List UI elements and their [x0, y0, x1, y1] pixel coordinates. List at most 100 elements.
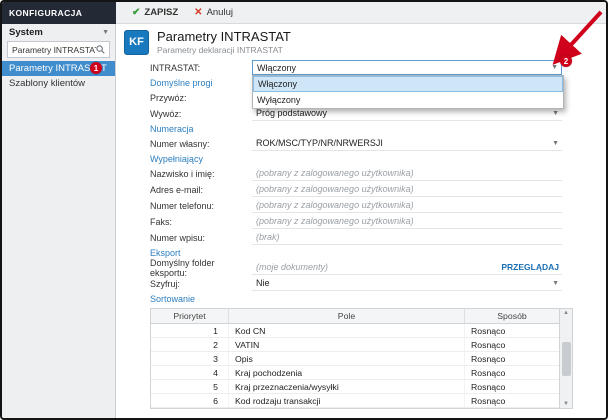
- page-title: Parametry INTRASTAT: [157, 29, 291, 44]
- toolbar: ✔ ZAPISZ ✕ Anuluj: [116, 2, 606, 24]
- form-row-szyfruj: Szyfruj: Nie ▼: [150, 276, 606, 291]
- section-numeracja: Numeracja: [150, 122, 606, 136]
- wywoz-value: Próg podstawowy: [256, 108, 327, 118]
- form-row-email: Adres e-mail: (pobrany z zalogowanego uż…: [150, 182, 606, 197]
- sidebar-section-label: System: [9, 27, 43, 38]
- table-row[interactable]: 3 Opis Rosnąco: [151, 352, 559, 366]
- app-window: KONFIGURACJA ✔ ZAPISZ ✕ Anuluj System ▼ …: [0, 0, 608, 420]
- scrollbar-thumb[interactable]: [562, 342, 571, 376]
- cell-field: Opis: [229, 352, 465, 365]
- szyfruj-value: Nie: [256, 278, 270, 288]
- sidebar-header-label: KONFIGURACJA: [9, 8, 82, 18]
- search-icon: [96, 45, 105, 54]
- cell-priority: 6: [151, 394, 229, 407]
- sidebar-item-label: Szablony klientów: [9, 78, 85, 89]
- cell-order: Rosnąco: [465, 324, 559, 337]
- folder-field[interactable]: (moje dokumenty) PRZEGLĄDAJ: [252, 261, 562, 275]
- table-header-row: Priorytet Pole Sposób: [151, 309, 559, 324]
- cell-field: Kod CN: [229, 324, 465, 337]
- cell-priority: 5: [151, 380, 229, 393]
- annotation-badge-2: 2: [560, 55, 572, 67]
- form-row-numer-wlasny: Numer własny: ROK/MSC/TYP/NR/NRWERSJI ▼: [150, 136, 606, 151]
- column-header-pole[interactable]: Pole: [229, 309, 465, 323]
- numer-wpisu-value: (brak): [256, 232, 280, 242]
- faks-placeholder: (pobrany z zalogowanego użytkownika): [256, 216, 414, 226]
- form-row-nazwisko: Nazwisko i imię: (pobrany z zalogowanego…: [150, 166, 606, 181]
- table-row[interactable]: 4 Kraj pochodzenia Rosnąco: [151, 366, 559, 380]
- email-label: Adres e-mail:: [150, 185, 252, 195]
- scroll-up-icon[interactable]: ▲: [563, 310, 569, 316]
- sidebar-search: [7, 41, 110, 58]
- sidebar-item-szablony-klientow[interactable]: Szablony klientów: [2, 76, 115, 91]
- table-row[interactable]: 2 VATIN Rosnąco: [151, 338, 559, 352]
- page-header-text: Parametry INTRASTAT Parametry deklaracji…: [157, 29, 291, 55]
- cell-priority: 4: [151, 366, 229, 379]
- form-row-intrastat: INTRASTAT: Włączony ▼: [150, 60, 606, 75]
- settings-form: INTRASTAT: Włączony ▼ Domyślne progi Prz…: [116, 60, 606, 409]
- save-button-label: ZAPISZ: [144, 7, 178, 18]
- form-row-folder: Domyślny folder eksportu: (moje dokument…: [150, 260, 606, 275]
- cell-order: Rosnąco: [465, 394, 559, 407]
- annotation-badge-1: 1: [90, 62, 102, 74]
- cancel-button-label: Anuluj: [207, 7, 233, 18]
- nazwisko-placeholder: (pobrany z zalogowanego użytkownika): [256, 168, 414, 178]
- nazwisko-field[interactable]: (pobrany z zalogowanego użytkownika): [252, 167, 562, 181]
- save-button[interactable]: ✔ ZAPISZ: [132, 7, 178, 18]
- sidebar-section-selector[interactable]: System ▼: [2, 24, 115, 41]
- form-row-faks: Faks: (pobrany z zalogowanego użytkownik…: [150, 214, 606, 229]
- intrastat-dropdown-popup: Włączony Wyłączony: [252, 75, 564, 109]
- form-row-telefon: Numer telefonu: (pobrany z zalogowanego …: [150, 198, 606, 213]
- cancel-button[interactable]: ✕ Anuluj: [194, 7, 233, 18]
- numer-wpisu-field[interactable]: (brak): [252, 231, 562, 245]
- cell-priority: 2: [151, 338, 229, 351]
- wywoz-label: Wywóz:: [150, 109, 252, 119]
- module-icon: KF: [124, 30, 149, 55]
- sort-table-columns: Priorytet Pole Sposób 1 Kod CN Rosnąco 2…: [151, 309, 559, 408]
- sidebar-header: KONFIGURACJA: [2, 2, 116, 24]
- dropdown-option-wlaczony[interactable]: Włączony: [253, 76, 563, 92]
- table-scrollbar[interactable]: ▲ ▼: [559, 309, 572, 408]
- intrastat-select[interactable]: Włączony ▼: [252, 60, 562, 75]
- section-sortowanie: Sortowanie: [150, 292, 606, 306]
- faks-field[interactable]: (pobrany z zalogowanego użytkownika): [252, 215, 562, 229]
- folder-value: (moje dokumenty): [256, 262, 328, 272]
- cell-field: Kraj przeznaczenia/wysyłki: [229, 380, 465, 393]
- search-input[interactable]: [12, 45, 96, 55]
- chevron-down-icon: ▼: [552, 110, 559, 117]
- table-row[interactable]: 6 Kod rodzaju transakcji Rosnąco: [151, 394, 559, 408]
- chevron-down-icon: ▼: [552, 140, 559, 147]
- faks-label: Faks:: [150, 217, 252, 227]
- przegladaj-link[interactable]: PRZEGLĄDAJ: [501, 262, 559, 272]
- cell-order: Rosnąco: [465, 352, 559, 365]
- column-header-sposob[interactable]: Sposób: [465, 309, 559, 323]
- email-placeholder: (pobrany z zalogowanego użytkownika): [256, 184, 414, 194]
- numer-wpisu-label: Numer wpisu:: [150, 233, 252, 243]
- numer-wlasny-select[interactable]: ROK/MSC/TYP/NR/NRWERSJI ▼: [252, 137, 562, 151]
- intrastat-value: Włączony: [257, 63, 296, 73]
- szyfruj-select[interactable]: Nie ▼: [252, 277, 562, 291]
- intrastat-label: INTRASTAT:: [150, 63, 252, 73]
- dropdown-option-wylaczony[interactable]: Wyłączony: [253, 92, 563, 108]
- nazwisko-label: Nazwisko i imię:: [150, 169, 252, 179]
- scroll-down-icon[interactable]: ▼: [563, 401, 569, 407]
- form-row-numer-wpisu: Numer wpisu: (brak): [150, 230, 606, 245]
- cell-order: Rosnąco: [465, 380, 559, 393]
- column-header-priorytet[interactable]: Priorytet: [151, 309, 229, 323]
- section-wypelniajacy: Wypełniający: [150, 152, 606, 166]
- table-row[interactable]: 5 Kraj przeznaczenia/wysyłki Rosnąco: [151, 380, 559, 394]
- telefon-field[interactable]: (pobrany z zalogowanego użytkownika): [252, 199, 562, 213]
- cell-field: Kraj pochodzenia: [229, 366, 465, 379]
- numer-wlasny-value: ROK/MSC/TYP/NR/NRWERSJI: [256, 138, 383, 148]
- telefon-label: Numer telefonu:: [150, 201, 252, 211]
- cell-field: VATIN: [229, 338, 465, 351]
- page-subtitle: Parametry deklaracji INTRASTAT: [157, 45, 291, 55]
- cell-priority: 1: [151, 324, 229, 337]
- cell-priority: 3: [151, 352, 229, 365]
- cell-field: Kod rodzaju transakcji: [229, 394, 465, 407]
- table-row[interactable]: 1 Kod CN Rosnąco: [151, 324, 559, 338]
- email-field[interactable]: (pobrany z zalogowanego użytkownika): [252, 183, 562, 197]
- sort-table: Priorytet Pole Sposób 1 Kod CN Rosnąco 2…: [150, 308, 573, 409]
- check-icon: ✔: [132, 7, 140, 18]
- page-header: KF Parametry INTRASTAT Parametry deklara…: [116, 24, 606, 60]
- przywoz-label: Przywóz:: [150, 93, 252, 103]
